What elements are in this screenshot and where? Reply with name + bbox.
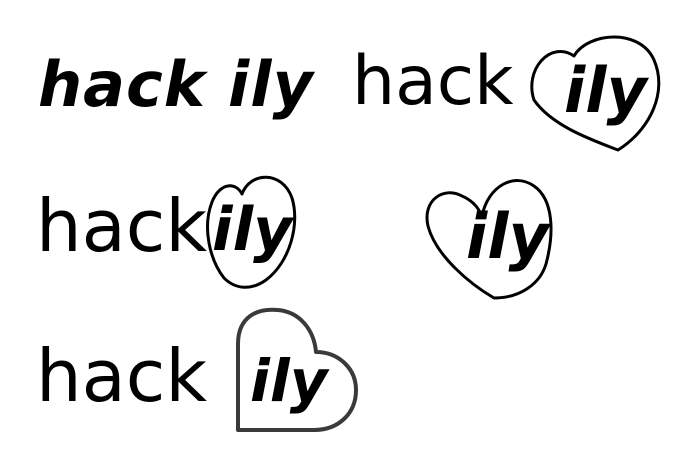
heart-ily-text: ily (564, 54, 647, 127)
logo-variant-standalone-heart: ily (422, 172, 557, 307)
logo-hack-text: hack (38, 48, 206, 121)
logo-ily-text: ily (228, 48, 314, 121)
logo-variant-handwritten: hack ily (38, 46, 328, 126)
logo-variant-rounded-heart: hack ily (36, 306, 366, 438)
logo-variant-tilted-heart: hack ily (352, 30, 670, 155)
logo-hack-text: hack (36, 184, 208, 268)
heart-ily-text: ily (466, 200, 549, 273)
logo-variant-narrow-heart: hack ily (36, 168, 306, 293)
logo-hack-text: hack (36, 334, 208, 418)
logo-hack-text: hack (352, 42, 514, 121)
heart-ily-text: ily (212, 195, 293, 265)
heart-ily-text: ily (250, 347, 328, 415)
